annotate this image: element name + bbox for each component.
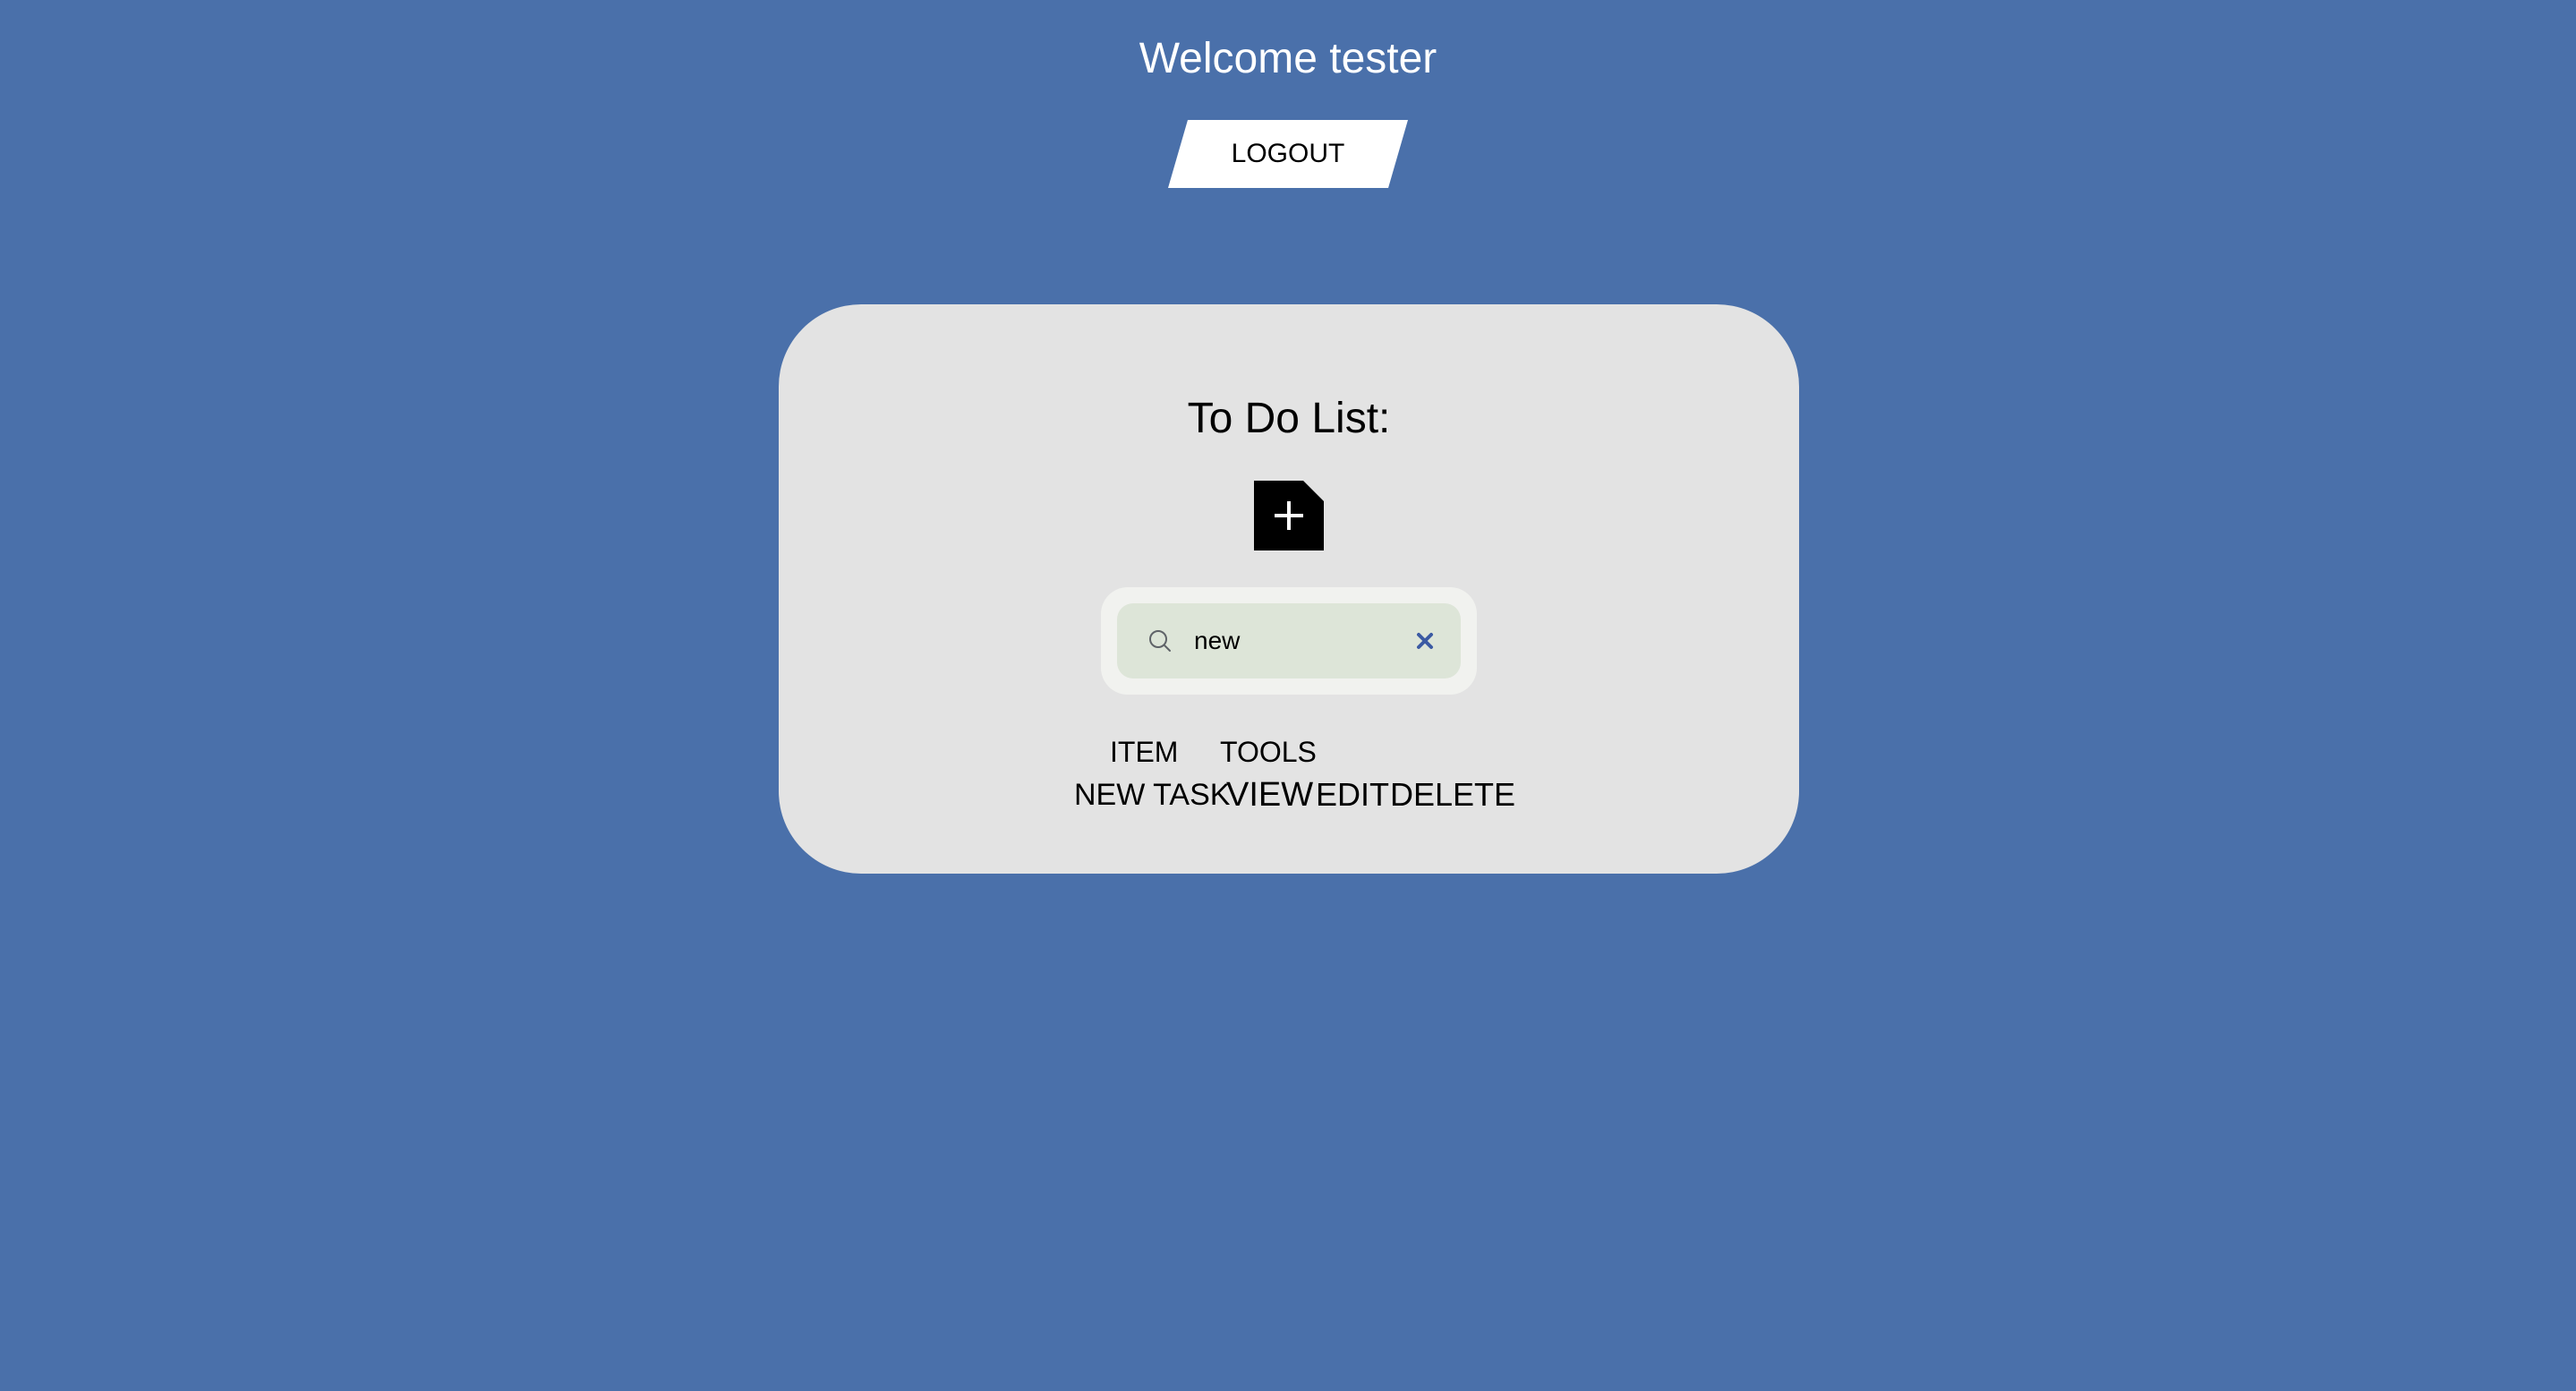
search-icon (1149, 630, 1171, 652)
close-icon[interactable] (1414, 630, 1436, 652)
todo-list-title: To Do List: (1187, 395, 1391, 442)
search-input[interactable] (1194, 621, 1391, 661)
todo-card: To Do List: ITEM TOOLS NEW TASK VIEW ED (779, 304, 1799, 874)
logout-button[interactable]: LOGOUT (1168, 120, 1408, 188)
app-background: Welcome tester LOGOUT To Do List: ITEM T… (0, 0, 2576, 1391)
column-header-item: ITEM (1110, 736, 1179, 768)
welcome-heading: Welcome tester (1139, 35, 1437, 82)
view-task-link[interactable]: VIEW (1226, 775, 1313, 815)
column-header-tools: TOOLS (1220, 736, 1317, 768)
search-container (1101, 587, 1477, 695)
add-task-icon[interactable] (1254, 481, 1324, 550)
edit-task-link[interactable]: EDIT (1316, 775, 1389, 815)
plus-icon-vertical (1287, 501, 1291, 530)
delete-task-link[interactable]: DELETE (1390, 775, 1515, 815)
search-field (1117, 603, 1461, 678)
task-name: NEW TASK (1074, 778, 1231, 812)
